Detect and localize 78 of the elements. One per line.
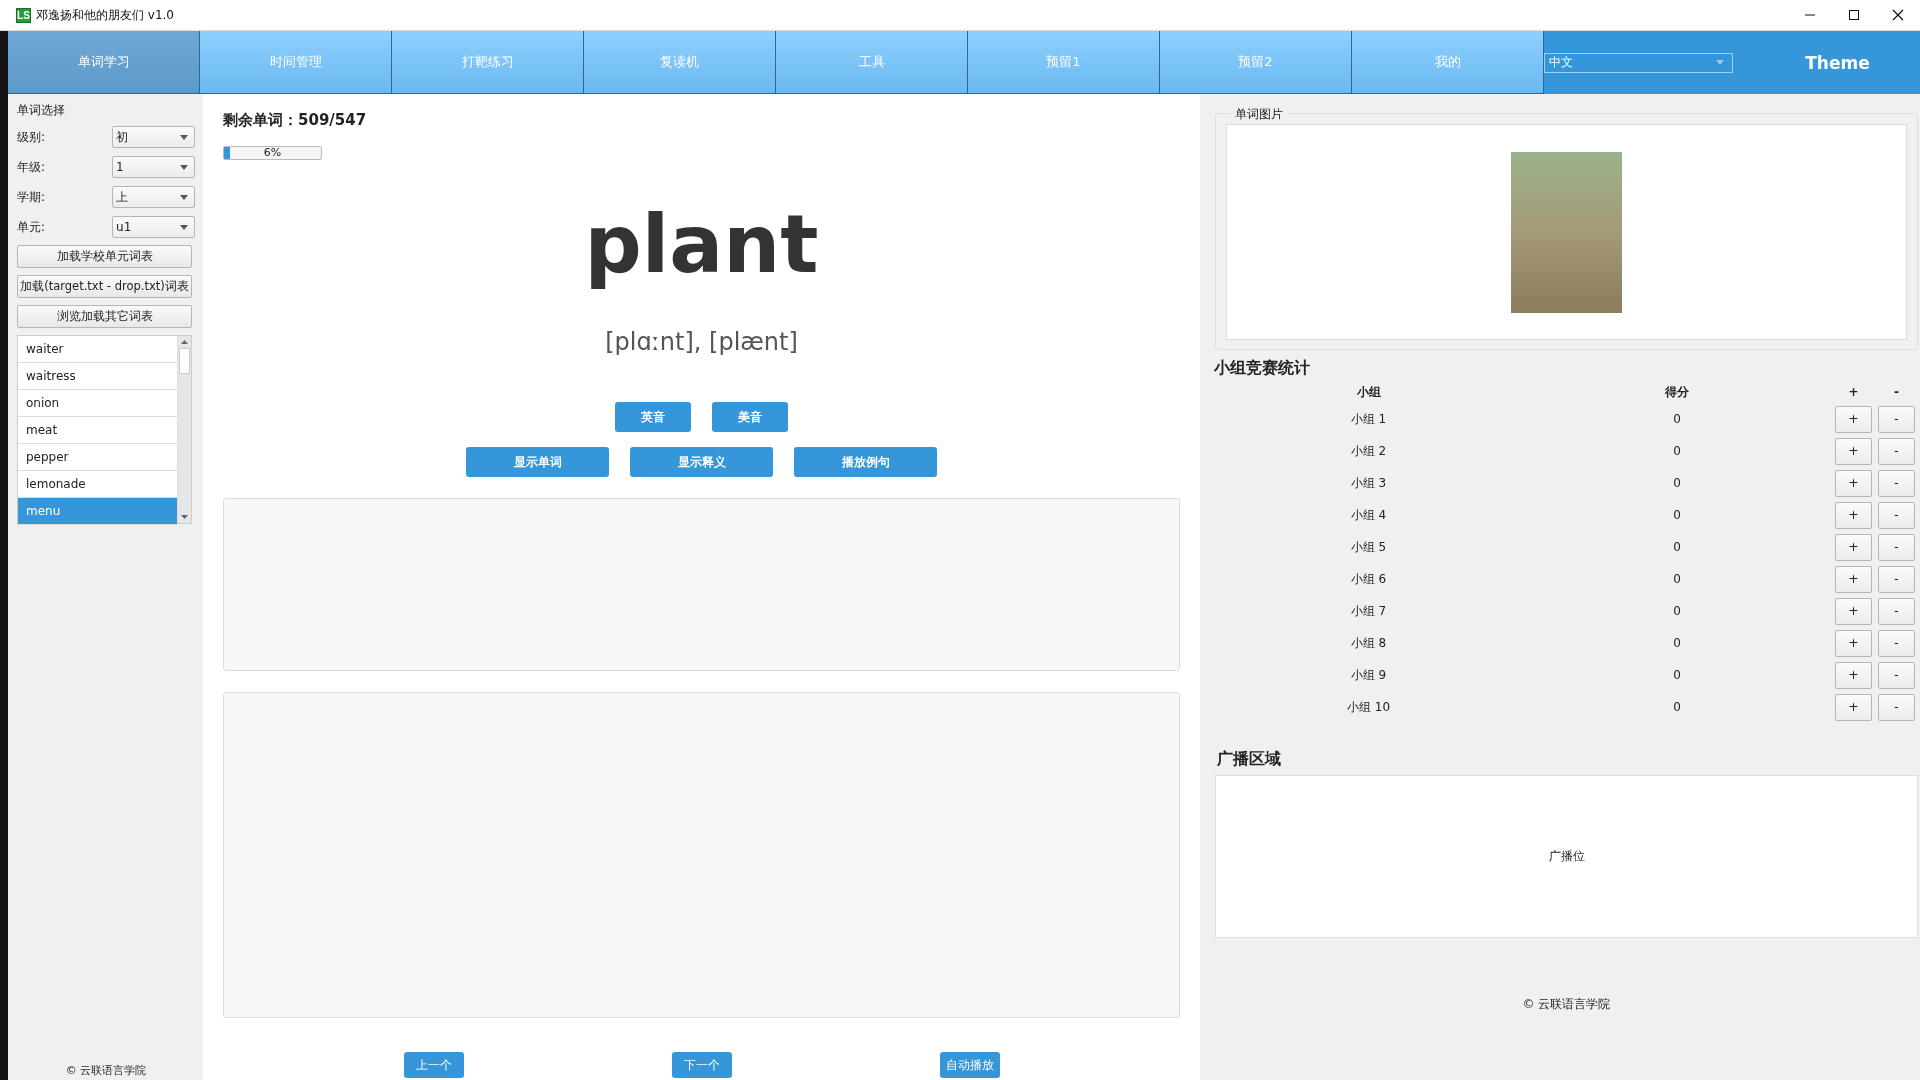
table-cell-text: 0 — [1672, 636, 1682, 650]
copyright-text: © 云联语言学院 — [64, 1063, 148, 1079]
scroll-up-icon[interactable] — [181, 340, 188, 344]
table-cell-text: 0 — [1672, 476, 1682, 490]
dropdown[interactable]: 上 — [112, 186, 196, 208]
scroll-down-icon[interactable] — [181, 515, 188, 519]
table-cell-text: 0 — [1672, 604, 1682, 618]
table-cell-text: 小组 8 — [1349, 634, 1388, 652]
table-cell-text: 0 — [1672, 668, 1682, 682]
add-point-button[interactable]: + — [1835, 693, 1872, 721]
table-cell-text: 小组 5 — [1349, 538, 1388, 556]
subtract-point-button[interactable]: - — [1878, 405, 1915, 433]
load-button[interactable]: 加载学校单元词表 — [17, 245, 192, 268]
subtract-point-button[interactable]: - — [1878, 661, 1915, 689]
window-title: 邓逸扬和他的朋友们 v1.0 — [36, 6, 174, 24]
scroll-thumb[interactable] — [179, 348, 190, 374]
subtract-point-button[interactable]: - — [1878, 437, 1915, 465]
table-cell-text: 0 — [1672, 508, 1682, 522]
table-cell-text: 0 — [1672, 412, 1682, 426]
table-cell-text: 小组 1 — [1349, 410, 1388, 428]
broadcast-text: 广播位 — [1548, 848, 1585, 865]
table-cell-text: 0 — [1672, 540, 1682, 554]
caret-icon[interactable] — [180, 164, 189, 170]
table-cell-text: 小组 4 — [1349, 506, 1388, 524]
table-cell-text: 小组 9 — [1349, 666, 1388, 684]
section-title: 广播区域 — [1217, 749, 1282, 770]
load-button[interactable]: 加载(target.txt - drop.txt)词表 — [17, 275, 192, 298]
dropdown[interactable]: 1 — [112, 156, 196, 178]
group-title: 单词图片 — [1230, 106, 1288, 123]
remaining-count: 剩余单词：509/547 — [223, 111, 368, 130]
progress-text: 6% — [262, 147, 283, 159]
table-cell-text: 小组 7 — [1349, 602, 1388, 620]
table-cell-text: 小组 6 — [1349, 570, 1388, 588]
column-header: 得分 — [1664, 383, 1690, 401]
close-icon[interactable] — [1892, 9, 1904, 21]
caret-icon[interactable] — [180, 134, 189, 140]
section-title: 单词选择 — [17, 102, 66, 119]
scrollbar[interactable] — [177, 336, 191, 523]
maximize-icon[interactable] — [1848, 9, 1860, 21]
field-label: 级别: — [17, 128, 46, 146]
add-point-button[interactable]: + — [1835, 629, 1872, 657]
column-header: - — [1893, 385, 1900, 399]
subtract-point-button[interactable]: - — [1878, 597, 1915, 625]
app-logo: LS — [16, 7, 31, 23]
load-button[interactable]: 浏览加载其它词表 — [17, 305, 192, 328]
field-label: 年级: — [17, 158, 46, 176]
subtract-point-button[interactable]: - — [1878, 533, 1915, 561]
subtract-point-button[interactable]: - — [1878, 693, 1915, 721]
subtract-point-button[interactable]: - — [1878, 469, 1915, 497]
caret-icon[interactable] — [180, 224, 189, 230]
add-point-button[interactable]: + — [1835, 565, 1872, 593]
field-label: 学期: — [17, 188, 46, 206]
add-point-button[interactable]: + — [1835, 597, 1872, 625]
table-cell-text: 小组 10 — [1345, 698, 1392, 716]
table-cell-text: 小组 2 — [1349, 442, 1388, 460]
copyright-text: © 云联语言学院 — [1521, 996, 1612, 1013]
table-cell-text: 小组 3 — [1349, 474, 1388, 492]
table-cell-text: 0 — [1672, 572, 1682, 586]
section-title: 小组竞赛统计 — [1214, 358, 1311, 379]
subtract-point-button[interactable]: - — [1878, 629, 1915, 657]
add-point-button[interactable]: + — [1835, 437, 1872, 465]
table-cell-text: 0 — [1672, 444, 1682, 458]
add-point-button[interactable]: + — [1835, 661, 1872, 689]
phonetic-text: [plɑːnt], [plænt] — [604, 328, 799, 356]
field-label: 单元: — [17, 218, 46, 236]
add-point-button[interactable]: + — [1835, 405, 1872, 433]
dropdown[interactable]: 初 — [112, 126, 196, 148]
add-point-button[interactable]: + — [1835, 501, 1872, 529]
add-point-button[interactable]: + — [1835, 533, 1872, 561]
add-point-button[interactable]: + — [1835, 469, 1872, 497]
dropdown[interactable]: u1 — [112, 216, 196, 238]
word-text: plant — [583, 197, 820, 293]
caret-icon[interactable] — [180, 194, 189, 200]
table-cell-text: 0 — [1672, 700, 1682, 714]
column-header: 小组 — [1355, 383, 1382, 401]
subtract-point-button[interactable]: - — [1878, 565, 1915, 593]
subtract-point-button[interactable]: - — [1878, 501, 1915, 529]
column-header: + — [1847, 385, 1860, 399]
